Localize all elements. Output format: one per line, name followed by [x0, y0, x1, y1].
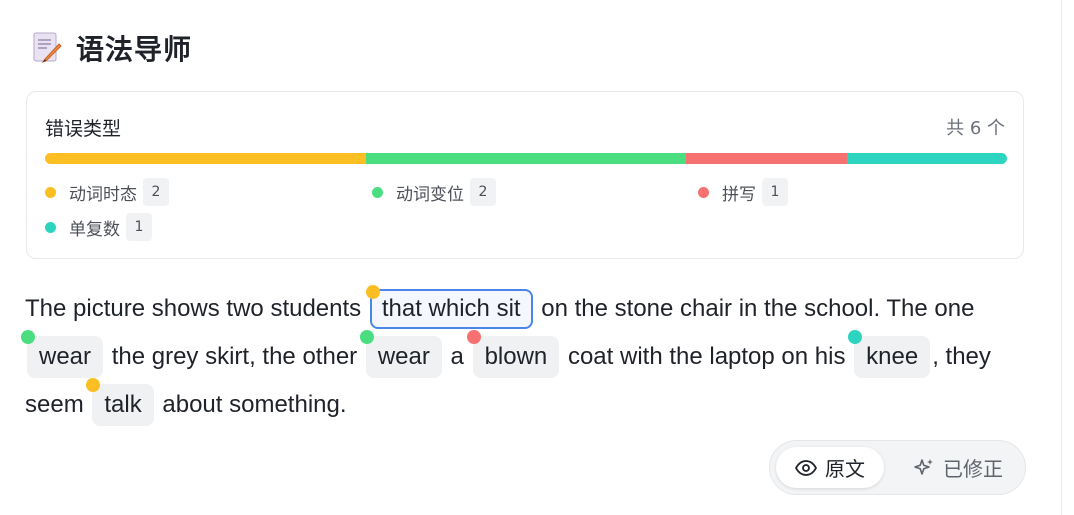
error-bar-segment [686, 153, 847, 164]
error-chip-text: wear [39, 343, 92, 370]
error-chip-verb-tense[interactable]: that which sit [365, 285, 533, 329]
legend-count-badge: 1 [126, 213, 152, 241]
error-type-dot [86, 378, 101, 392]
error-chip-text: blown [484, 343, 548, 370]
legend-count-badge: 1 [762, 178, 788, 206]
error-total-count: 共 6 个 [946, 118, 1005, 139]
error-bar-segment [365, 153, 687, 164]
passage-text: a [450, 343, 464, 370]
original-view-label: 原文 [825, 457, 865, 481]
error-type-dot [466, 330, 481, 344]
error-chip-text: knee [866, 343, 919, 370]
error-chip-verb-tense[interactable]: talk [86, 378, 154, 426]
view-toggle: 原文 已修正 [769, 440, 1026, 495]
memo-pencil-icon [33, 32, 62, 63]
error-chip-spelling[interactable]: blown [466, 330, 560, 378]
legend-label: 拼写 [722, 184, 756, 205]
header: 语法导师 [32, 28, 192, 68]
legend-count-badge: 2 [143, 178, 169, 206]
error-chip-verb-conjugation[interactable]: wear [21, 330, 104, 378]
passage-text: The picture shows two students [25, 295, 362, 322]
legend-item-verb-conjugation: 动词变位 2 [372, 178, 496, 206]
eye-icon [795, 459, 817, 476]
error-type-dot [359, 330, 374, 344]
error-chip-verb-conjugation[interactable]: wear [359, 330, 442, 378]
page-title: 语法导师 [76, 33, 193, 66]
legend-dot [45, 186, 56, 198]
legend-label: 动词时态 [69, 184, 137, 205]
error-type-dot [848, 330, 863, 344]
error-chip-text: talk [104, 391, 142, 418]
error-bar-segment [846, 153, 1007, 164]
error-chip-text: that which sit [381, 295, 521, 322]
error-distribution-bar [45, 153, 1007, 164]
error-type-dot [365, 285, 380, 299]
error-type-dot [21, 330, 35, 344]
passage-text: the grey skirt, the other [111, 343, 358, 370]
original-view-button[interactable]: 原文 [776, 447, 884, 488]
legend-item-verb-tense: 动词时态 2 [45, 178, 169, 206]
error-chip-number[interactable]: knee [848, 330, 931, 378]
legend-item-number: 单复数 1 [45, 213, 152, 241]
corrected-view-label: 已修正 [943, 457, 1003, 481]
panel-right-border [1061, 0, 1062, 515]
legend-dot [698, 186, 709, 198]
corrected-view-button[interactable]: 已修正 [898, 447, 1018, 488]
legend-count-badge: 2 [470, 178, 496, 206]
error-chip-text: wear [377, 343, 430, 370]
error-summary-card: 错误类型 共 6 个 动词时态 2 动词变位 2 拼写 1 单复数 1 [26, 91, 1024, 259]
essay-passage: The picture shows two students that whic… [21, 285, 1025, 429]
legend-label: 动词变位 [396, 184, 464, 205]
legend-dot [45, 221, 56, 233]
error-summary-heading: 错误类型 [45, 118, 122, 140]
legend-item-spelling: 拼写 1 [698, 178, 788, 206]
legend-label: 单复数 [69, 219, 120, 240]
sparkle-icon [914, 458, 933, 475]
legend-dot [372, 186, 383, 198]
passage-text: about something. [162, 391, 347, 418]
passage-text: coat with the laptop on his [567, 343, 846, 370]
passage-text: on the stone chair in the school. The on… [541, 295, 975, 322]
error-bar-segment [45, 153, 366, 164]
